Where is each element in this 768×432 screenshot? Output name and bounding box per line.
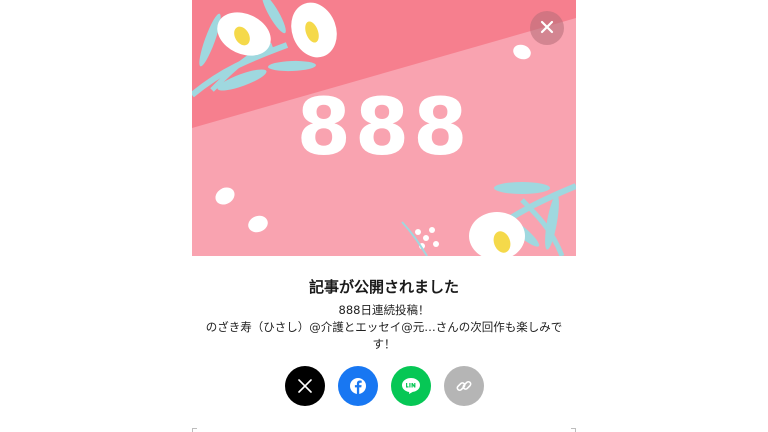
- share-x-button[interactable]: [284, 366, 325, 406]
- x-logo-icon: [297, 379, 312, 393]
- share-facebook-button[interactable]: [337, 366, 378, 406]
- line-icon: [401, 377, 421, 395]
- link-icon: [455, 377, 473, 395]
- celebration-illustration: 888: [192, 0, 576, 256]
- publish-complete-modal: 888 記事が公開されました 888日連続投稿！ のざき寿（ひさし）@介護とエッ…: [192, 0, 576, 432]
- close-icon: [540, 19, 554, 38]
- encouragement-message: のざき寿（ひさし）@介護とエッセイ@元…さんの次回作も楽しみです！: [205, 320, 563, 351]
- facebook-icon: [349, 377, 367, 395]
- modal-title: 記事が公開されました: [308, 278, 459, 296]
- modal-message: 888日連続投稿！ のざき寿（ひさし）@介護とエッセイ@元…さんの次回作も楽しみ…: [204, 302, 564, 353]
- copy-link-button[interactable]: [443, 366, 484, 406]
- page-background: 888 記事が公開されました 888日連続投稿！ のざき寿（ひさし）@介護とエッ…: [0, 0, 768, 432]
- close-button[interactable]: [530, 11, 564, 45]
- modal-edge-marker-right: [571, 428, 576, 432]
- milestone-message: 888日連続投稿！: [338, 303, 430, 317]
- share-line-button[interactable]: [390, 366, 431, 406]
- milestone-number: 888: [296, 83, 472, 173]
- modal-edge-marker-left: [192, 428, 197, 432]
- share-buttons: [192, 366, 576, 406]
